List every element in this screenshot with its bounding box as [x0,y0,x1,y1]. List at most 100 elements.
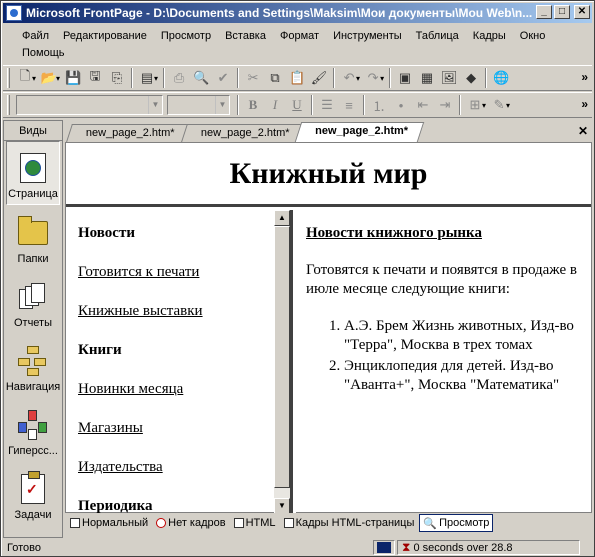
minimize-button[interactable]: _ [536,5,552,19]
font-combo[interactable]: ▼ [167,95,230,115]
scroll-down-icon[interactable]: ▼ [274,498,290,514]
menu-insert[interactable]: Вставка [218,28,273,45]
menu-edit[interactable]: Редактирование [56,28,154,45]
tab-no-frames[interactable]: Нет кадров [153,514,228,532]
bold-icon[interactable]: B [242,94,264,116]
drawing-icon[interactable]: ◆ [460,67,482,89]
download-time[interactable]: ⧗ 0 seconds over 28.8 [397,540,580,555]
close-document-icon[interactable]: ✕ [578,124,588,138]
hyperlinks-icon [17,409,49,441]
new-dropdown-icon[interactable]: ▾ [32,74,36,83]
banner-frame[interactable]: Книжный мир [66,143,591,207]
increase-indent-icon[interactable]: ⇥ [434,94,456,116]
print-preview-icon[interactable]: 🔍 [190,67,212,89]
tab-preview[interactable]: 🔍 Просмотр [419,514,494,532]
toggle-pane-dropdown-icon[interactable]: ▾ [154,74,158,83]
view-label: Отчеты [13,317,53,329]
borders-dropdown-icon[interactable]: ▾ [482,101,486,110]
views-header: Виды [4,121,62,141]
normal-view-icon [70,518,80,528]
frames-html-icon [283,518,294,528]
chevron-down-icon: ▼ [215,96,229,114]
print-icon[interactable]: ⎙ [168,67,190,89]
menu-help[interactable]: Помощь [15,45,72,62]
style-combo[interactable]: ▼ [16,95,163,115]
nav-book-fairs[interactable]: Книжные выставки [78,302,262,321]
tab-normal[interactable]: Нормальный [67,514,151,532]
menu-format[interactable]: Формат [273,28,326,45]
menu-table[interactable]: Таблица [409,28,466,45]
insert-component-icon[interactable]: ▣ [394,67,416,89]
nav-new-releases[interactable]: Новинки месяца [78,380,262,399]
menu-window[interactable]: Окно [513,28,553,45]
publish-icon[interactable]: 🖫 [84,67,106,89]
status-text: Готово [7,541,41,554]
undo-dropdown-icon[interactable]: ▾ [356,74,360,83]
align-center-icon[interactable]: ≡ [338,94,360,116]
folder-list-icon[interactable]: ⎘ [106,67,128,89]
hyperlink-icon[interactable]: 🌐 [490,67,512,89]
tab-new-page-2-c[interactable]: new_page_2.htm* [295,122,425,142]
view-folders[interactable]: Папки [4,205,62,269]
nav-forthcoming[interactable]: Готовится к печати [78,263,262,282]
nav-publishers[interactable]: Издательства [78,458,262,477]
maximize-button[interactable]: □ [554,5,570,19]
italic-icon[interactable]: I [264,94,286,116]
spelling-icon[interactable]: ✔ [212,67,234,89]
toolbar-grip[interactable] [7,95,10,115]
decrease-indent-icon[interactable]: ⇤ [412,94,434,116]
menu-frames[interactable]: Кадры [466,28,513,45]
toolbar-overflow-icon[interactable]: » [581,70,588,84]
view-navigation[interactable]: Навигация [4,333,62,397]
menu-file[interactable]: Файл [15,28,56,45]
highlight-dropdown-icon[interactable]: ▾ [506,101,510,110]
tab-new-page-2-b[interactable]: new_page_2.htm* [180,124,306,142]
window-title: Microsoft FrontPage - D:\Documents and S… [26,6,533,20]
toolbar-separator [131,68,134,88]
view-tasks[interactable]: Задачи [4,461,62,525]
underline-icon[interactable]: U [286,94,308,116]
scroll-thumb[interactable] [274,226,290,488]
insert-table-icon[interactable]: ▦ [416,67,438,89]
standard-toolbar: 🗋 ▾ 📂 ▾ 💾 🖫 ⎘ ▤ ▾ ⎙ 🔍 ✔ ✂ ⧉ 📋 🖌 ↶ ▾ ↷ ▾ ▣ ▦ 🖼… [3,65,592,91]
numbering-icon[interactable]: ⒈ [368,94,390,116]
contents-scrollbar[interactable]: ▲ ▼ [274,210,290,514]
align-left-icon[interactable]: ☰ [316,94,338,116]
document-tabs: new_page_2.htm* new_page_2.htm* new_page… [65,120,592,142]
toolbar-separator [237,95,239,115]
cut-icon[interactable]: ✂ [242,67,264,89]
menu-tools[interactable]: Инструменты [326,28,409,45]
toolbar-overflow-icon[interactable]: » [581,97,588,111]
view-reports[interactable]: Отчеты [4,269,62,333]
view-label: Навигация [5,381,61,393]
toolbar-grip[interactable] [7,68,10,88]
format-painter-icon[interactable]: 🖌 [308,67,330,89]
main-frame[interactable]: Новости книжного рынка Готовятся к печат… [296,210,591,514]
close-button[interactable]: ✕ [574,5,590,19]
status-page-icon [373,540,395,555]
tab-new-page-2-a[interactable]: new_page_2.htm* [66,124,191,142]
redo-dropdown-icon[interactable]: ▾ [380,74,384,83]
tab-frames-html[interactable]: Кадры HTML-страницы [281,514,418,532]
frameset-preview: Книжный мир Новости Готовится к печати К… [65,142,592,514]
tab-html[interactable]: HTML [231,514,279,532]
main-heading[interactable]: Новости книжного рынка [306,224,581,243]
download-time-text: 0 seconds over 28.8 [413,541,513,554]
paste-icon[interactable]: 📋 [286,67,308,89]
menu-view[interactable]: Просмотр [154,28,218,45]
save-icon[interactable]: 💾 [62,67,84,89]
views-bar: Виды Страница Папки Отчеты Навигация Гип… [3,120,63,538]
title-bar[interactable]: Microsoft FrontPage - D:\Documents and S… [3,3,592,23]
frontpage-app-icon[interactable] [6,5,22,21]
toolbar-separator [311,95,313,115]
open-dropdown-icon[interactable]: ▾ [56,74,60,83]
copy-icon[interactable]: ⧉ [264,67,286,89]
insert-picture-icon[interactable]: 🖼 [438,67,460,89]
view-page[interactable]: Страница [6,141,60,205]
contents-frame[interactable]: Новости Готовится к печати Книжные выста… [66,210,274,514]
scroll-up-icon[interactable]: ▲ [274,210,290,226]
nav-shops[interactable]: Магазины [78,419,262,438]
view-hyperlinks[interactable]: Гиперсс... [4,397,62,461]
bullets-icon[interactable]: • [390,94,412,116]
list-item: Энциклопедия для детей. Изд-во "Аванта+"… [344,357,581,395]
